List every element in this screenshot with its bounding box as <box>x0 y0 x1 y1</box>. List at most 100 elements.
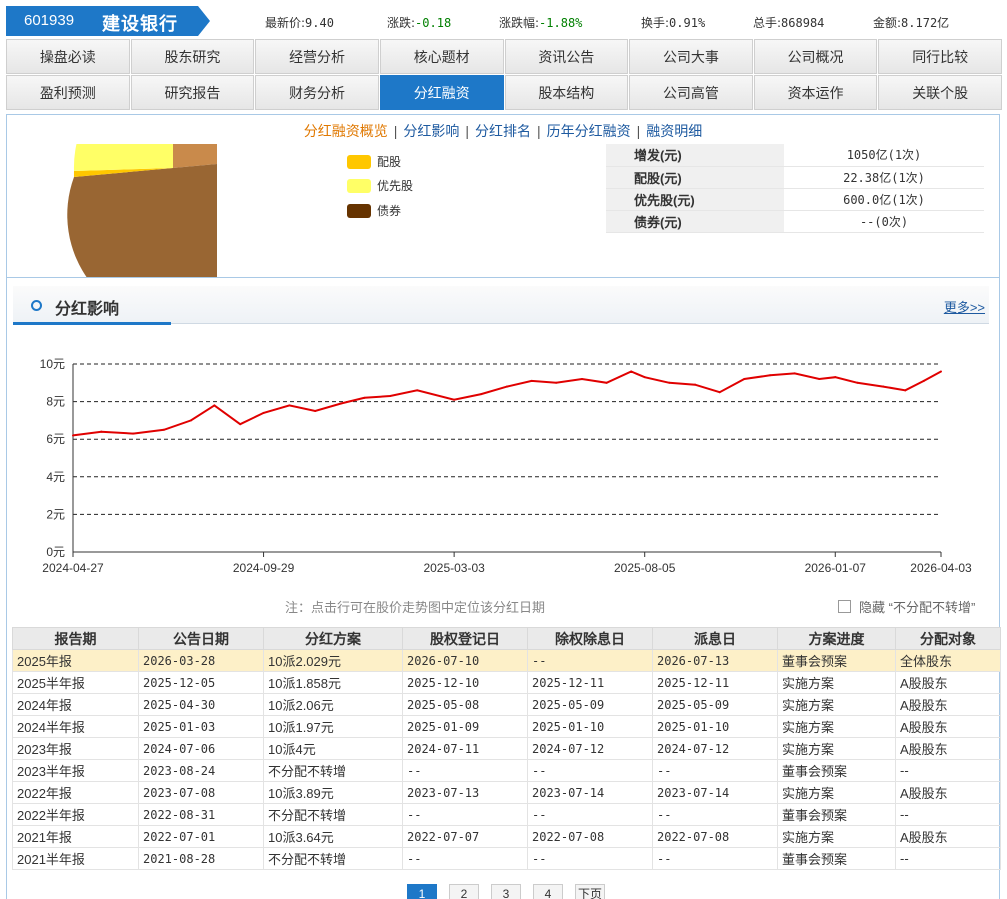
nav-tab[interactable]: 操盘必读 <box>6 39 130 74</box>
y-tick-label: 6元 <box>46 432 65 446</box>
table-cell: 2024-07-11 <box>402 737 528 760</box>
nav-tab[interactable]: 财务分析 <box>255 75 379 110</box>
table-row[interactable]: 2021年报 2022-07-01 10派3.64元 2022-07-07 2022-0… <box>12 825 1001 848</box>
legend-label: 优先股 <box>377 179 414 193</box>
table-cell: 2026-07-10 <box>402 649 528 672</box>
nav-tab[interactable]: 公司大事 <box>629 39 753 74</box>
x-tick-label: 2025-03-03 <box>423 561 485 575</box>
table-cell: A股股东 <box>895 781 1001 804</box>
page-button[interactable]: 4 <box>533 884 563 899</box>
nav-tab[interactable]: 公司高管 <box>629 75 753 110</box>
table-cell: 不分配不转增 <box>263 847 403 870</box>
finance-row: 优先股(元) 600.0亿(1次) <box>606 188 984 211</box>
table-row[interactable]: 2025年报 2026-03-28 10派2.029元 2026-07-10 -- 202… <box>12 649 1001 672</box>
subnav-link[interactable]: 分红融资概览 <box>304 123 388 139</box>
table-row[interactable]: 2023半年报 2023-08-24 不分配不转增 -- -- -- 董事会预案 -- <box>12 759 1001 782</box>
finance-row: 增发(元) 1050亿(1次) <box>606 144 984 167</box>
subnav-link[interactable]: 分红影响 <box>403 123 459 139</box>
table-row[interactable]: 2024半年报 2025-01-03 10派1.97元 2025-01-09 2025-… <box>12 715 1001 738</box>
nav-tab[interactable]: 公司概况 <box>753 39 878 74</box>
nav-tab[interactable]: 同行比较 <box>878 39 1002 74</box>
nav-tab[interactable]: 研究报告 <box>130 75 255 110</box>
finance-value: 1050亿(1次) <box>784 144 984 167</box>
table-row[interactable]: 2021半年报 2021-08-28 不分配不转增 -- -- -- 董事会预案 -- <box>12 847 1001 870</box>
finance-row: 债券(元) --(0次) <box>606 210 984 233</box>
table-row[interactable]: 2025半年报 2025-12-05 10派1.858元 2025-12-10 2025… <box>12 671 1001 694</box>
more-link[interactable]: 更多>> <box>944 297 985 316</box>
quote-item: 最新价:9.40 <box>265 14 334 31</box>
finance-key: 优先股(元) <box>606 188 784 211</box>
table-cell: 2022-08-31 <box>138 803 264 826</box>
column-header: 派息日 <box>652 627 778 650</box>
quote-item: 涨跌:-0.18 <box>387 14 451 31</box>
nav-tab[interactable]: 关联个股 <box>878 75 1002 110</box>
finance-key: 增发(元) <box>606 144 784 167</box>
hide-checkbox[interactable] <box>838 600 851 613</box>
table-cell: 10派3.89元 <box>263 781 403 804</box>
table-cell: 2023-07-14 <box>527 781 653 804</box>
x-tick-label: 2025-08-05 <box>614 561 676 575</box>
page-button[interactable]: 1 <box>407 884 437 899</box>
table-cell: A股股东 <box>895 671 1001 694</box>
pie-chart <box>67 144 217 278</box>
table-cell: 2022-07-07 <box>402 825 528 848</box>
table-row[interactable]: 2022半年报 2022-08-31 不分配不转增 -- -- -- 董事会预案 -- <box>12 803 1001 826</box>
nav-tab[interactable]: 核心题材 <box>379 39 504 74</box>
legend-item: 配股 <box>347 153 401 170</box>
finance-value: 22.38亿(1次) <box>784 166 984 189</box>
table-cell: 实施方案 <box>777 693 896 716</box>
quote-label: 金额: <box>873 16 902 30</box>
nav-tab[interactable]: 股本结构 <box>504 75 629 110</box>
nav-tab[interactable]: 盈利预测 <box>6 75 130 110</box>
subnav-link[interactable]: 分红排名 <box>475 123 531 139</box>
nav-tab[interactable]: 分红融资 <box>379 75 504 110</box>
column-header: 除权除息日 <box>527 627 653 650</box>
table-cell: 2021-08-28 <box>138 847 264 870</box>
table-cell: A股股东 <box>895 693 1001 716</box>
dividend-table: 报告期 公告日期 分红方案 股权登记日 除权除息日 派息日 方案进度 分配对象 2025年报 20… <box>12 627 1001 870</box>
legend-swatch <box>347 154 371 169</box>
page-button[interactable]: 下页 <box>575 884 605 899</box>
price-point <box>239 423 242 426</box>
column-header: 方案进度 <box>777 627 896 650</box>
table-cell: 实施方案 <box>777 737 896 760</box>
subnav-link[interactable]: 历年分红融资 <box>547 123 631 139</box>
table-row[interactable]: 2022年报 2023-07-08 10派3.89元 2023-07-13 2023-0… <box>12 781 1001 804</box>
pie-slice-zengfa <box>173 144 217 168</box>
table-cell: -- <box>895 847 1001 870</box>
price-point <box>162 428 165 431</box>
table-cell: 10派4元 <box>263 737 403 760</box>
table-cell: 2022半年报 <box>12 803 139 826</box>
quote-value: 9.40 <box>305 16 334 30</box>
nav-tab[interactable]: 股东研究 <box>130 39 255 74</box>
page-button[interactable]: 2 <box>449 884 479 899</box>
table-cell: -- <box>402 803 528 826</box>
circle-icon <box>31 300 42 311</box>
table-cell: 实施方案 <box>777 715 896 738</box>
page-button[interactable]: 3 <box>491 884 521 899</box>
hide-no-dividend-option[interactable]: 隐藏 “不分配不转增” <box>838 597 975 616</box>
price-line <box>72 370 942 437</box>
price-point <box>555 381 558 384</box>
price-point <box>743 378 746 381</box>
table-cell: 2025-12-10 <box>402 671 528 694</box>
legend-item: 优先股 <box>347 177 413 194</box>
nav-tab[interactable]: 资讯公告 <box>504 39 629 74</box>
quote-item: 换手:0.91% <box>641 14 705 31</box>
x-tick-label: 2026-04-03 <box>910 561 972 575</box>
price-point <box>904 389 907 392</box>
quote-value: -0.18 <box>415 16 452 30</box>
price-point <box>630 370 633 373</box>
table-cell: -- <box>895 759 1001 782</box>
finance-value: 600.0亿(1次) <box>784 188 984 211</box>
table-row[interactable]: 2023年报 2024-07-06 10派4元 2024-07-11 2024-07-1… <box>12 737 1001 760</box>
table-cell: 2025-04-30 <box>138 693 264 716</box>
stock-code: 601939 <box>24 12 75 29</box>
table-cell: 2025-01-10 <box>527 715 653 738</box>
table-cell: 2023半年报 <box>12 759 139 782</box>
table-row[interactable]: 2024年报 2025-04-30 10派2.06元 2025-05-08 2025-0… <box>12 693 1001 716</box>
subnav-link[interactable]: 融资明细 <box>646 123 702 139</box>
nav-tab[interactable]: 资本运作 <box>753 75 878 110</box>
finance-key: 债券(元) <box>606 210 784 233</box>
nav-tab[interactable]: 经营分析 <box>255 39 379 74</box>
